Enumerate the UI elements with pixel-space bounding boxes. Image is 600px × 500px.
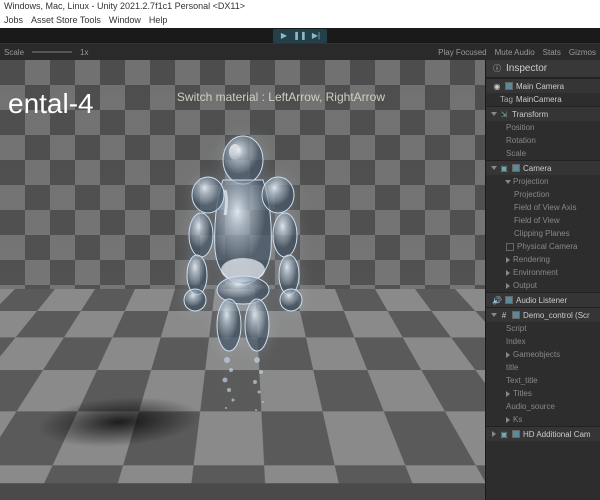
title-field[interactable]: title bbox=[486, 361, 600, 374]
hint-text-overlay: Switch material : LeftArrow, RightArrow bbox=[177, 90, 385, 104]
expand-icon[interactable] bbox=[506, 417, 510, 423]
audio-label: Audio Listener bbox=[516, 296, 567, 305]
hd-enabled-checkbox[interactable] bbox=[512, 430, 520, 438]
physical-camera-row[interactable]: Physical Camera bbox=[486, 240, 600, 253]
expand-icon[interactable] bbox=[506, 283, 510, 289]
expand-icon[interactable] bbox=[505, 180, 511, 184]
audio-enabled-checkbox[interactable] bbox=[505, 296, 513, 304]
hd-additional-camera-component[interactable]: ▣ HD Additional Cam bbox=[486, 426, 600, 441]
pause-button[interactable]: ❚❚ bbox=[293, 30, 307, 42]
camera-label: Camera bbox=[523, 164, 551, 173]
tag-dropdown[interactable]: MainCamera bbox=[516, 95, 562, 104]
scale-slider[interactable] bbox=[32, 51, 72, 53]
gizmos-dropdown[interactable]: Gizmos bbox=[569, 48, 596, 57]
output-section[interactable]: Output bbox=[486, 279, 600, 292]
game-toolbar: Scale 1x Play Focused Mute Audio Stats G… bbox=[0, 44, 600, 60]
game-viewport[interactable]: ental-4 Switch material : LeftArrow, Rig… bbox=[0, 60, 485, 500]
expand-icon[interactable] bbox=[506, 352, 510, 358]
scale-field[interactable]: Scale bbox=[486, 147, 600, 160]
index-field[interactable]: Index bbox=[486, 335, 600, 348]
menu-assetstore[interactable]: Asset Store Tools bbox=[31, 15, 101, 27]
menu-window[interactable]: Window bbox=[109, 15, 141, 27]
stats-toggle[interactable]: Stats bbox=[543, 48, 561, 57]
camera-icon: ▣ bbox=[499, 163, 509, 173]
position-field[interactable]: Position bbox=[486, 121, 600, 134]
menu-bar: Jobs Asset Store Tools Window Help bbox=[0, 14, 600, 28]
menu-jobs[interactable]: Jobs bbox=[4, 15, 23, 27]
expand-icon[interactable] bbox=[492, 431, 496, 437]
rendering-section[interactable]: Rendering bbox=[486, 253, 600, 266]
demo-label: Demo_control (Scr bbox=[523, 311, 590, 320]
menu-help[interactable]: Help bbox=[149, 15, 168, 27]
gameobject-header[interactable]: ◉ Main Camera bbox=[486, 78, 600, 93]
fov-field[interactable]: Field of View bbox=[486, 214, 600, 227]
window-titlebar: Windows, Mac, Linux - Unity 2021.2.7f1c1… bbox=[0, 0, 600, 14]
tag-row: Tag MainCamera bbox=[486, 93, 600, 106]
gameobject-name[interactable]: Main Camera bbox=[516, 82, 564, 91]
gameobjects-section[interactable]: Gameobjects bbox=[486, 348, 600, 361]
scale-label: Scale bbox=[4, 48, 24, 57]
active-checkbox[interactable] bbox=[505, 82, 513, 90]
demo-control-component[interactable]: # Demo_control (Scr bbox=[486, 307, 600, 322]
script-icon: # bbox=[499, 310, 509, 320]
script-enabled-checkbox[interactable] bbox=[512, 311, 520, 319]
inspector-tab[interactable]: ⓘ Inspector bbox=[486, 60, 600, 78]
expand-icon[interactable] bbox=[506, 270, 510, 276]
expand-icon[interactable] bbox=[491, 313, 497, 317]
inspector-panel: ⓘ Inspector ◉ Main Camera Tag MainCamera… bbox=[485, 60, 600, 500]
physical-checkbox[interactable] bbox=[506, 243, 514, 251]
camera-icon: ▣ bbox=[499, 429, 509, 439]
character-model bbox=[153, 130, 333, 430]
text-title-field[interactable]: Text_title bbox=[486, 374, 600, 387]
rotation-field[interactable]: Rotation bbox=[486, 134, 600, 147]
transform-icon: ⇲ bbox=[499, 109, 509, 119]
play-controls: ▶ ❚❚ ▶| bbox=[273, 29, 327, 43]
script-field: Script bbox=[486, 322, 600, 335]
play-focused-dropdown[interactable]: Play Focused bbox=[438, 48, 486, 57]
expand-icon[interactable] bbox=[506, 391, 510, 397]
projection-section[interactable]: Projection bbox=[486, 175, 600, 188]
camera-component[interactable]: ▣ Camera bbox=[486, 160, 600, 175]
expand-icon[interactable] bbox=[491, 112, 497, 116]
audio-source-field[interactable]: Audio_source bbox=[486, 400, 600, 413]
clipping-field[interactable]: Clipping Planes bbox=[486, 227, 600, 240]
play-controls-bar: ▶ ❚❚ ▶| bbox=[0, 28, 600, 44]
cube-icon: ◉ bbox=[492, 81, 502, 91]
titles-section[interactable]: Titles bbox=[486, 387, 600, 400]
fov-axis-field[interactable]: Field of View Axis bbox=[486, 201, 600, 214]
environment-section[interactable]: Environment bbox=[486, 266, 600, 279]
transform-component[interactable]: ⇲ Transform bbox=[486, 106, 600, 121]
audio-icon: 🔊 bbox=[492, 295, 502, 305]
transform-label: Transform bbox=[512, 110, 548, 119]
projection-field[interactable]: Projection bbox=[486, 188, 600, 201]
mute-audio-toggle[interactable]: Mute Audio bbox=[495, 48, 535, 57]
audio-listener-component[interactable]: 🔊 Audio Listener bbox=[486, 292, 600, 307]
inspector-title: Inspector bbox=[506, 63, 547, 74]
play-button[interactable]: ▶ bbox=[277, 30, 291, 42]
ks-section[interactable]: Ks bbox=[486, 413, 600, 426]
camera-enabled-checkbox[interactable] bbox=[512, 164, 520, 172]
material-title-overlay: ental-4 bbox=[8, 88, 94, 120]
step-button[interactable]: ▶| bbox=[309, 30, 323, 42]
hd-label: HD Additional Cam bbox=[523, 430, 591, 439]
expand-icon[interactable] bbox=[506, 257, 510, 263]
inspector-icon: ⓘ bbox=[492, 64, 502, 74]
scale-value: 1x bbox=[80, 48, 88, 57]
expand-icon[interactable] bbox=[491, 166, 497, 170]
tag-label: Tag bbox=[500, 95, 513, 104]
